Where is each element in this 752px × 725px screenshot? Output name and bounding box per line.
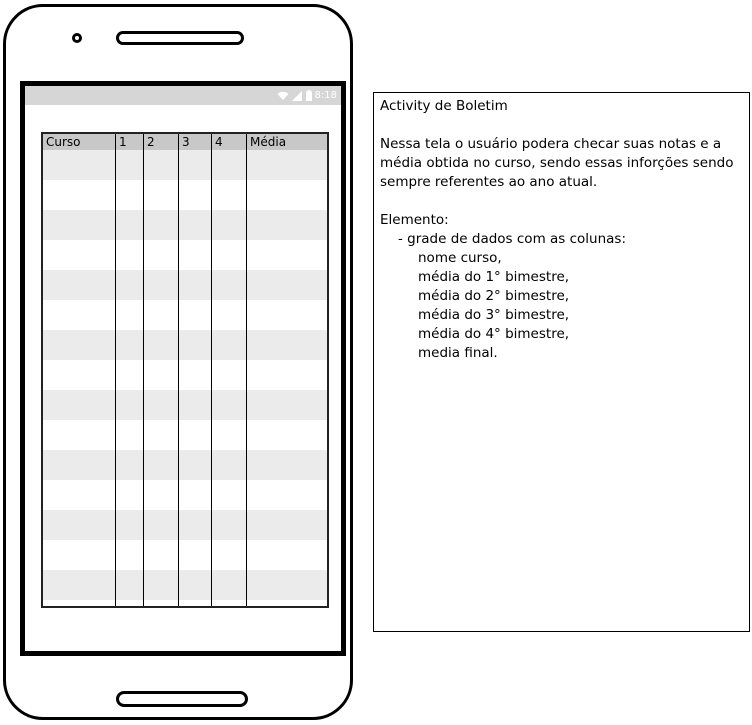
notes-column-line: média do 4° bimestre,	[418, 326, 570, 342]
grid-row[interactable]	[43, 390, 327, 420]
grid-row[interactable]	[43, 510, 327, 540]
column-divider	[178, 134, 179, 606]
column-divider	[115, 134, 116, 606]
grid-row[interactable]	[43, 270, 327, 300]
phone-frame: 8:18 Curso 1 2 3 4 Média	[3, 4, 353, 720]
notes-panel: Activity de Boletim Nessa tela o usuário…	[373, 92, 750, 632]
earpiece-speaker	[116, 31, 244, 45]
column-header-1[interactable]: 1	[116, 134, 127, 150]
notes-element-heading: Elemento:	[380, 212, 449, 228]
wifi-icon	[277, 91, 289, 101]
notes-column-line: média do 3° bimestre,	[418, 307, 570, 323]
notes-column-line: média do 1° bimestre,	[418, 269, 570, 285]
column-divider	[211, 134, 212, 606]
status-bar: 8:18	[25, 86, 341, 105]
grid-row[interactable]	[43, 150, 327, 180]
column-header-3[interactable]: 3	[179, 134, 190, 150]
notes-column-line: nome curso,	[418, 250, 502, 266]
notes-title: Activity de Boletim	[380, 98, 508, 114]
notes-column-line: média do 2° bimestre,	[418, 288, 570, 304]
signal-icon	[291, 90, 303, 101]
grid-row[interactable]	[43, 330, 327, 360]
column-divider	[143, 134, 144, 606]
grid-row[interactable]	[43, 570, 327, 600]
column-header-2[interactable]: 2	[144, 134, 155, 150]
grid-row[interactable]	[43, 210, 327, 240]
battery-icon	[305, 90, 312, 101]
grades-data-grid[interactable]: Curso 1 2 3 4 Média	[41, 132, 329, 608]
status-time: 8:18	[314, 90, 337, 101]
grid-row[interactable]	[43, 450, 327, 480]
phone-screen: 8:18 Curso 1 2 3 4 Média	[20, 81, 346, 656]
notes-column-line: media final.	[418, 345, 498, 361]
column-header-4[interactable]: 4	[212, 134, 223, 150]
column-header-media[interactable]: Média	[247, 134, 286, 150]
notes-element-item: - grade de dados com as colunas:	[398, 231, 627, 247]
column-divider	[246, 134, 247, 606]
notes-description: Nessa tela o usuário podera checar suas …	[380, 136, 734, 190]
front-camera	[72, 33, 82, 43]
home-button[interactable]	[116, 691, 248, 707]
column-header-curso[interactable]: Curso	[43, 134, 81, 150]
